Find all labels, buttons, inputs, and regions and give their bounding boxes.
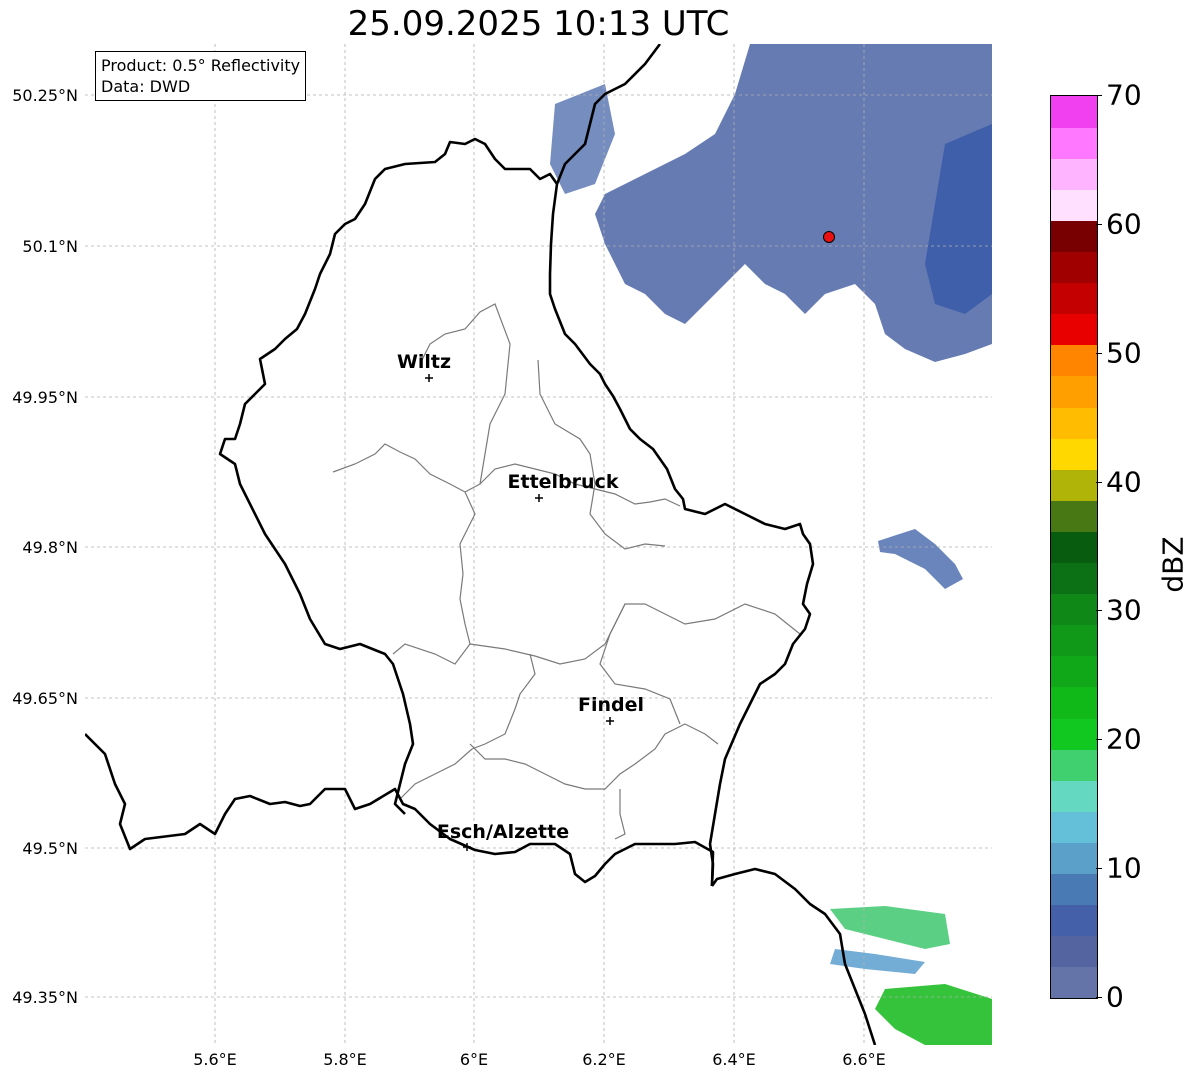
colorbar-segment [1051,966,1097,998]
lon-tick-label: 5.6°E [193,1050,237,1069]
colorbar-tick [1096,610,1102,612]
colorbar-segment [1051,842,1097,875]
lon-tick-label: 6°E [459,1050,489,1069]
colorbar-tick-label: 70 [1106,78,1142,112]
map-panel [85,44,992,1045]
lat-tick-label: 50.1°N [22,237,78,256]
colorbar-tick [1096,223,1102,225]
colorbar-segment [1051,189,1097,221]
colorbar-tick [1096,997,1102,998]
colorbar-segment [1051,780,1097,812]
colorbar [1050,95,1098,999]
colorbar-segment [1051,718,1097,750]
city-label-ettelbruck: Ettelbruck [507,471,619,493]
product-label: Product: 0.5° Reflectivity [101,56,301,75]
colorbar-segment [1051,438,1097,470]
colorbar-tick [1096,95,1102,96]
colorbar-tick [1096,481,1102,483]
colorbar-segment [1051,344,1097,377]
lat-tick-label: 49.95°N [12,388,78,407]
colorbar-tick-label: 30 [1106,593,1142,627]
radar-site-marker [823,231,835,243]
colorbar-segment [1051,313,1097,346]
colorbar-segment [1051,935,1097,968]
colorbar-segment [1051,282,1097,315]
data-source-label: Data: DWD [101,77,191,96]
colorbar-tick-label: 20 [1106,722,1142,756]
lon-tick-label: 5.8°E [323,1050,367,1069]
colorbar-segment [1051,375,1097,408]
lat-tick-label: 50.25°N [12,86,78,105]
colorbar-segment [1051,531,1097,564]
radar-map-figure: 25.09.2025 10:13 UTC Wiltz Ettelbruck Fi… [0,0,1184,1081]
lat-tick-label: 49.8°N [22,538,78,557]
colorbar-tick-label: 40 [1106,465,1142,499]
lon-tick-label: 6.4°E [712,1050,756,1069]
colorbar-segment [1051,873,1097,906]
lat-tick-label: 49.65°N [12,689,78,708]
colorbar-segment [1051,593,1097,626]
colorbar-segment [1051,562,1097,595]
colorbar-tick [1096,868,1102,870]
city-label-findel: Findel [577,694,645,716]
product-info-box: Product: 0.5° Reflectivity Data: DWD [95,51,307,101]
colorbar-segment [1051,811,1097,843]
colorbar-tick [1096,739,1102,741]
city-label-esch-alzette: Esch/Alzette [436,821,570,843]
colorbar-segment [1051,158,1097,190]
colorbar-segment [1051,469,1097,501]
colorbar-segment [1051,251,1097,284]
colorbar-segment [1051,500,1097,532]
colorbar-label: dBZ [1156,536,1184,593]
colorbar-segment [1051,96,1097,128]
colorbar-segment [1051,127,1097,159]
colorbar-tick [1096,352,1102,354]
colorbar-segment [1051,624,1097,657]
map-canvas [85,44,992,1045]
colorbar-segment [1051,749,1097,781]
colorbar-tick-label: 0 [1106,980,1124,1014]
colorbar-segment [1051,686,1097,719]
city-label-wiltz: Wiltz [396,351,452,373]
colorbar-segment [1051,904,1097,937]
lon-tick-label: 6.6°E [842,1050,886,1069]
colorbar-segment [1051,407,1097,439]
lon-tick-label: 6.2°E [582,1050,626,1069]
colorbar-segment [1051,655,1097,688]
lat-tick-label: 49.35°N [12,988,78,1007]
lat-tick-label: 49.5°N [22,839,78,858]
colorbar-tick-label: 10 [1106,851,1142,885]
map-title: 25.09.2025 10:13 UTC [347,4,730,44]
colorbar-tick-label: 60 [1106,207,1142,241]
colorbar-segment [1051,220,1097,252]
colorbar-tick-label: 50 [1106,336,1142,370]
